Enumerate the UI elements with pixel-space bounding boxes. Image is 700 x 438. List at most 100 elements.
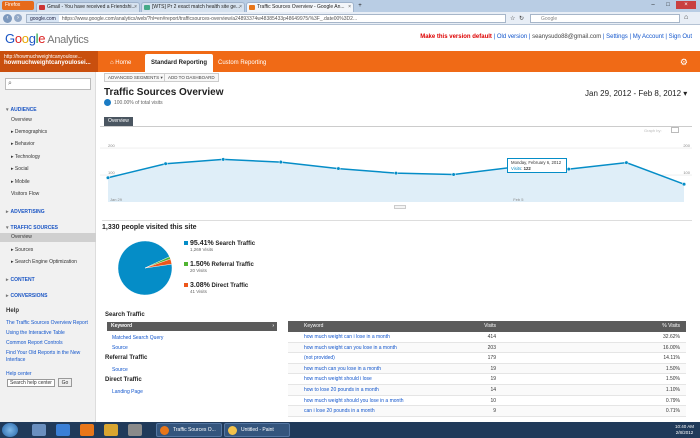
taskbar-item-label: Traffic Sources O... (173, 427, 216, 433)
sidebar-item-visitors-flow[interactable]: Visitors Flow (11, 191, 39, 197)
data-point[interactable] (105, 175, 111, 180)
taskbar-item-analytics[interactable]: Traffic Sources O... (156, 423, 222, 437)
data-point[interactable] (163, 161, 168, 166)
column-header[interactable]: Visits (458, 321, 496, 332)
reload-icon[interactable]: ↻ (519, 15, 524, 22)
keyword-link[interactable]: how much can you lose in a month (304, 364, 381, 375)
data-point[interactable] (278, 160, 283, 165)
help-link[interactable]: Find Your Old Reports in the New (6, 350, 80, 356)
sidebar-item-demographics[interactable]: ▸ Demographics (11, 129, 47, 135)
taskbar-item-paint[interactable]: Untitled - Paint (224, 423, 290, 437)
firefox-menu-button[interactable]: Firefox (2, 1, 34, 10)
sidebar-item-sources[interactable]: ▸ Sources (11, 247, 33, 253)
data-point[interactable] (681, 182, 687, 187)
make-default-link[interactable]: Make this version default (420, 34, 492, 40)
visits-cell: 10 (490, 397, 496, 404)
bookmark-star-icon[interactable]: ☆ (510, 15, 515, 22)
new-tab-button[interactable]: + (356, 2, 364, 10)
url-bar[interactable]: google.com https://www.google.com/analyti… (26, 14, 506, 23)
data-point[interactable] (451, 172, 456, 177)
my-account-link[interactable]: My Account (633, 34, 664, 40)
help-link[interactable]: Common Report Controls (6, 340, 63, 346)
start-button[interactable] (2, 423, 18, 437)
sidebar-item-seo[interactable]: ▸ Search Engine Optimization (11, 259, 77, 265)
sign-out-link[interactable]: Sign Out (669, 34, 692, 40)
system-clock[interactable]: 10:40 AM 2/8/2012 (675, 424, 694, 436)
home-icon[interactable]: ⌂ (684, 14, 688, 21)
tab-forum[interactable]: [WTS] Pr 2 exact match health site ge...… (141, 2, 245, 12)
referral-source-link[interactable]: Source (112, 367, 128, 373)
help-search-input[interactable]: Search help center (7, 379, 55, 387)
google-analytics-logo[interactable]: Google Analytics (5, 31, 89, 46)
help-link[interactable]: Using the Interactive Table (6, 330, 65, 336)
sidebar-item-overview[interactable]: Overview (11, 117, 32, 123)
sidebar-section-audience[interactable]: ▾ AUDIENCE (6, 107, 37, 113)
sidebar-search-input[interactable]: ⌕ (5, 78, 91, 90)
help-center-link[interactable]: Help center (6, 371, 32, 377)
data-point[interactable] (336, 166, 341, 171)
keyword-link[interactable]: how much weight can you lose in a month (304, 343, 397, 354)
firefox-icon[interactable] (80, 424, 94, 436)
keyword-link[interactable]: how much weight can i lose in a month (304, 332, 390, 343)
date-range-picker[interactable]: Jan 29, 2012 - Feb 8, 2012 ▾ (585, 89, 687, 98)
help-link[interactable]: The Traffic Sources Overview Report (6, 320, 88, 326)
sidebar-item-behavior[interactable]: ▸ Behavior (11, 141, 35, 147)
settings-link[interactable]: Settings (606, 34, 628, 40)
landing-page-link[interactable]: Landing Page (112, 389, 143, 395)
file-explorer-icon[interactable] (32, 424, 46, 436)
search-input[interactable]: Google (530, 14, 680, 23)
data-point[interactable] (221, 157, 226, 162)
help-go-button[interactable]: Go (58, 378, 72, 387)
matched-search-query-link[interactable]: Matched Search Query (112, 335, 163, 341)
visits-cell: 9 (493, 408, 496, 415)
sidebar-section-content[interactable]: ▸ CONTENT (6, 277, 35, 283)
app-icon[interactable] (128, 424, 142, 436)
sidebar-section-advertising[interactable]: ▸ ADVERTISING (6, 209, 45, 215)
search-source-link[interactable]: Source (112, 345, 128, 351)
old-version-link[interactable]: Old version (497, 34, 527, 40)
graph-by-label[interactable]: Graph by: (644, 128, 662, 133)
advanced-segments-button[interactable]: ADVANCED SEGMENTS ▾ (104, 73, 167, 82)
close-tab-icon[interactable]: × (134, 3, 137, 12)
sidebar-item-mobile[interactable]: ▸ Mobile (11, 179, 30, 185)
gear-icon[interactable]: ⚙ (680, 57, 688, 68)
keyword-selected-item[interactable]: Keyword › (107, 322, 277, 331)
data-point[interactable] (393, 171, 399, 176)
keyword-link[interactable]: how to lose 20 pounds in a month (304, 385, 379, 396)
chart-resize-handle[interactable] (394, 205, 406, 209)
column-header[interactable]: Keyword (304, 321, 323, 332)
close-tab-icon[interactable]: × (348, 3, 351, 12)
tab-standard-reporting[interactable]: Standard Reporting (145, 54, 214, 72)
tab-custom-reporting[interactable]: Custom Reporting (212, 54, 272, 72)
add-to-dashboard-button[interactable]: ADD TO DASHBOARD (164, 73, 219, 82)
close-window-button[interactable]: × (676, 1, 696, 9)
keyword-link[interactable]: how much weight should you lose in a mon… (304, 396, 404, 407)
minimize-button[interactable]: – (646, 1, 660, 9)
forward-arrow-icon[interactable]: › (14, 14, 22, 22)
tab-gmail[interactable]: Gmail - You have received a Friendshi...… (36, 2, 140, 12)
keyword-link[interactable]: can i lose 20 pounds in a month (304, 406, 375, 417)
internet-explorer-icon[interactable] (56, 424, 70, 436)
table-row: how much can you lose in a month 19 1.50% (288, 363, 686, 375)
sidebar-section-conversions[interactable]: ▸ CONVERSIONS (6, 293, 47, 299)
sidebar-item-technology[interactable]: ▸ Technology (11, 154, 40, 160)
graph-options-icon[interactable] (671, 127, 679, 133)
tab-analytics[interactable]: Traffic Sources Overview - Google An... … (246, 2, 354, 12)
sidebar-item-ts-overview[interactable]: Overview (0, 233, 96, 242)
help-link[interactable]: Interface (6, 357, 25, 363)
account-selector[interactable]: http://howmuchweightcanyoulose... howmuc… (0, 51, 98, 72)
data-point[interactable] (566, 167, 571, 172)
url-site-identity[interactable]: google.com (27, 15, 59, 22)
tab-home[interactable]: ⌂ Home (104, 54, 137, 72)
column-header[interactable]: % Visits (588, 321, 680, 332)
sidebar-section-traffic-sources[interactable]: ▾ TRAFFIC SOURCES (6, 225, 58, 231)
back-arrow-icon[interactable]: ‹ (3, 14, 12, 23)
close-tab-icon[interactable]: × (239, 3, 242, 12)
folder-icon[interactable] (104, 424, 118, 436)
maximize-button[interactable]: □ (661, 1, 675, 9)
tab-overview[interactable]: Overview (104, 117, 133, 126)
keyword-link[interactable]: (not provided) (304, 353, 335, 364)
sidebar-item-social[interactable]: ▸ Social (11, 166, 29, 172)
data-point[interactable] (624, 160, 629, 165)
keyword-link[interactable]: how much weight should i lose (304, 374, 372, 385)
